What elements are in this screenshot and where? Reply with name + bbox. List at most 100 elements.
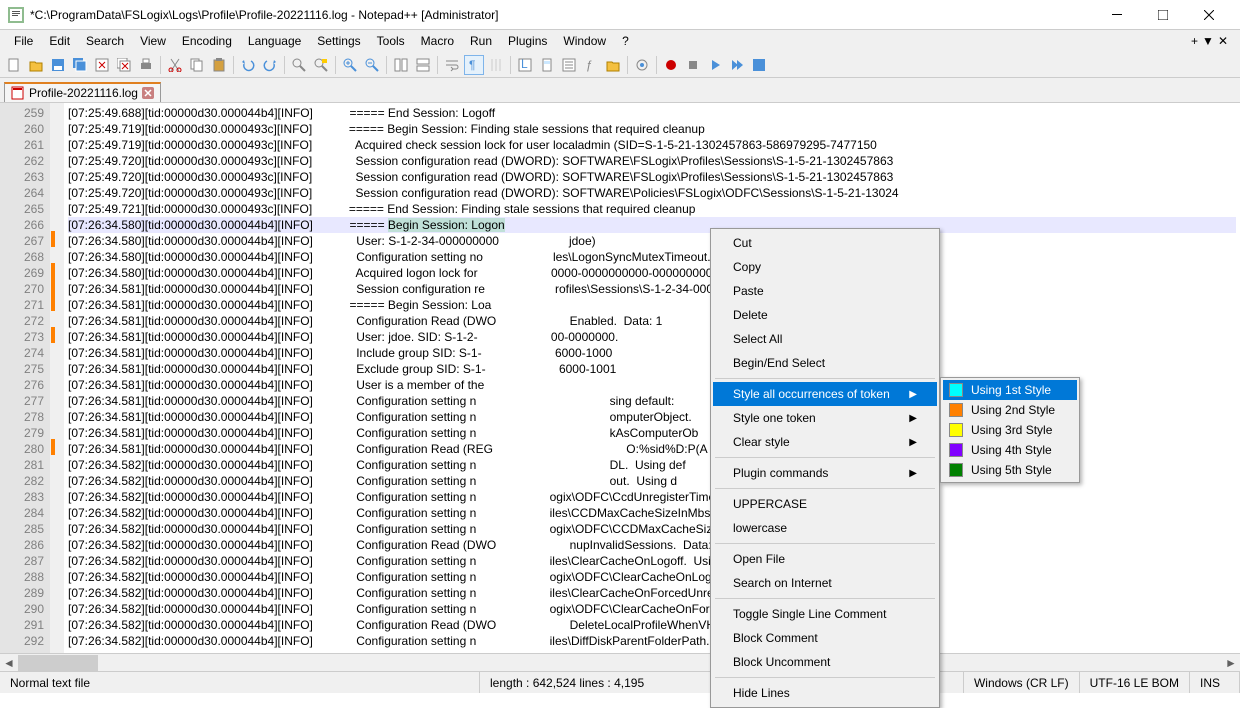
add-tab-icon[interactable]: +	[1191, 34, 1198, 48]
save-macro-icon[interactable]	[749, 55, 769, 75]
new-file-icon[interactable]	[4, 55, 24, 75]
scroll-thumb[interactable]	[18, 655, 98, 671]
zoom-out-icon[interactable]	[362, 55, 382, 75]
color-swatch	[949, 443, 963, 457]
monitor-icon[interactable]	[632, 55, 652, 75]
style-using-2nd-style[interactable]: Using 2nd Style	[943, 400, 1077, 420]
doc-list-icon[interactable]	[559, 55, 579, 75]
maximize-button[interactable]	[1140, 0, 1186, 30]
undo-icon[interactable]	[238, 55, 258, 75]
all-chars-icon[interactable]: ¶	[464, 55, 484, 75]
close-all-icon[interactable]	[114, 55, 134, 75]
statusbar: Normal text file length : 642,524 lines …	[0, 671, 1240, 693]
print-icon[interactable]	[136, 55, 156, 75]
status-eol[interactable]: Windows (CR LF)	[964, 672, 1080, 693]
func-list-icon[interactable]: ƒ	[581, 55, 601, 75]
menu-?[interactable]: ?	[614, 32, 637, 50]
ctx-block-comment[interactable]: Block Comment	[713, 626, 937, 650]
scroll-left-icon[interactable]: ◄	[0, 655, 18, 671]
find-icon[interactable]	[289, 55, 309, 75]
menubar: FileEditSearchViewEncodingLanguageSettin…	[0, 30, 1240, 52]
style-using-4th-style[interactable]: Using 4th Style	[943, 440, 1077, 460]
svg-text:L: L	[521, 58, 528, 71]
menu-language[interactable]: Language	[240, 32, 309, 50]
style-using-3rd-style[interactable]: Using 3rd Style	[943, 420, 1077, 440]
menu-search[interactable]: Search	[78, 32, 132, 50]
status-encoding[interactable]: UTF-16 LE BOM	[1080, 672, 1190, 693]
save-all-icon[interactable]	[70, 55, 90, 75]
close-tab-icon[interactable]: ✕	[1218, 34, 1228, 48]
zoom-in-icon[interactable]	[340, 55, 360, 75]
replace-icon[interactable]	[311, 55, 331, 75]
menu-file[interactable]: File	[6, 32, 41, 50]
sync-v-icon[interactable]	[391, 55, 411, 75]
ctx-style-one-token[interactable]: Style one token▶	[713, 406, 937, 430]
window-title: *C:\ProgramData\FSLogix\Logs\Profile\Pro…	[30, 8, 1094, 22]
ctx-select-all[interactable]: Select All	[713, 327, 937, 351]
ctx-plugin-commands[interactable]: Plugin commands▶	[713, 461, 937, 485]
scroll-right-icon[interactable]: ►	[1222, 655, 1240, 671]
lang-icon[interactable]: L	[515, 55, 535, 75]
ctx-clear-style[interactable]: Clear style▶	[713, 430, 937, 454]
ctx-begin-end-select[interactable]: Begin/End Select	[713, 351, 937, 375]
ctx-paste[interactable]: Paste	[713, 279, 937, 303]
ctx-delete[interactable]: Delete	[713, 303, 937, 327]
file-tab[interactable]: Profile-20221116.log	[4, 82, 161, 102]
stop-icon[interactable]	[683, 55, 703, 75]
ctx-hide-lines[interactable]: Hide Lines	[713, 681, 937, 705]
menu-edit[interactable]: Edit	[41, 32, 78, 50]
record-icon[interactable]	[661, 55, 681, 75]
folder-view-icon[interactable]	[603, 55, 623, 75]
wrap-icon[interactable]	[442, 55, 462, 75]
color-swatch	[949, 383, 963, 397]
ctx-open-file[interactable]: Open File	[713, 547, 937, 571]
tab-close-icon[interactable]	[142, 87, 154, 99]
copy-icon[interactable]	[187, 55, 207, 75]
status-file-type: Normal text file	[0, 672, 480, 693]
context-menu: CutCopyPasteDeleteSelect AllBegin/End Se…	[710, 228, 940, 708]
play-multi-icon[interactable]	[727, 55, 747, 75]
style-using-1st-style[interactable]: Using 1st Style	[943, 380, 1077, 400]
tab-label: Profile-20221116.log	[29, 86, 138, 100]
menu-macro[interactable]: Macro	[413, 32, 462, 50]
menu-encoding[interactable]: Encoding	[174, 32, 240, 50]
status-mode[interactable]: INS	[1190, 672, 1240, 693]
ctx-uppercase[interactable]: UPPERCASE	[713, 492, 937, 516]
ctx-cut[interactable]: Cut	[713, 231, 937, 255]
menu-run[interactable]: Run	[462, 32, 500, 50]
ctx-lowercase[interactable]: lowercase	[713, 516, 937, 540]
dropdown-icon[interactable]: ▼	[1202, 34, 1214, 48]
file-modified-icon	[11, 86, 25, 100]
minimize-button[interactable]	[1094, 0, 1140, 30]
menu-settings[interactable]: Settings	[309, 32, 368, 50]
toolbar: ¶ L ƒ	[0, 52, 1240, 78]
app-icon	[8, 7, 24, 23]
change-markers	[50, 103, 64, 653]
close-button[interactable]	[1186, 0, 1232, 30]
style-using-5th-style[interactable]: Using 5th Style	[943, 460, 1077, 480]
h-scrollbar[interactable]: ◄ ►	[0, 653, 1240, 671]
menu-plugins[interactable]: Plugins	[500, 32, 555, 50]
save-icon[interactable]	[48, 55, 68, 75]
open-file-icon[interactable]	[26, 55, 46, 75]
color-swatch	[949, 463, 963, 477]
menu-view[interactable]: View	[132, 32, 174, 50]
ctx-block-uncomment[interactable]: Block Uncomment	[713, 650, 937, 674]
style-submenu: Using 1st StyleUsing 2nd StyleUsing 3rd …	[940, 377, 1080, 483]
sync-h-icon[interactable]	[413, 55, 433, 75]
menu-tools[interactable]: Tools	[369, 32, 413, 50]
menu-window[interactable]: Window	[555, 32, 614, 50]
close-file-icon[interactable]	[92, 55, 112, 75]
indent-guide-icon[interactable]	[486, 55, 506, 75]
line-numbers: 2592602612622632642652662672682692702712…	[0, 103, 50, 653]
ctx-copy[interactable]: Copy	[713, 255, 937, 279]
doc-map-icon[interactable]	[537, 55, 557, 75]
ctx-style-all-occurrences-of-token[interactable]: Style all occurrences of token▶	[713, 382, 937, 406]
redo-icon[interactable]	[260, 55, 280, 75]
ctx-toggle-single-line-comment[interactable]: Toggle Single Line Comment	[713, 602, 937, 626]
cut-icon[interactable]	[165, 55, 185, 75]
paste-icon[interactable]	[209, 55, 229, 75]
play-icon[interactable]	[705, 55, 725, 75]
ctx-search-on-internet[interactable]: Search on Internet	[713, 571, 937, 595]
titlebar: *C:\ProgramData\FSLogix\Logs\Profile\Pro…	[0, 0, 1240, 30]
